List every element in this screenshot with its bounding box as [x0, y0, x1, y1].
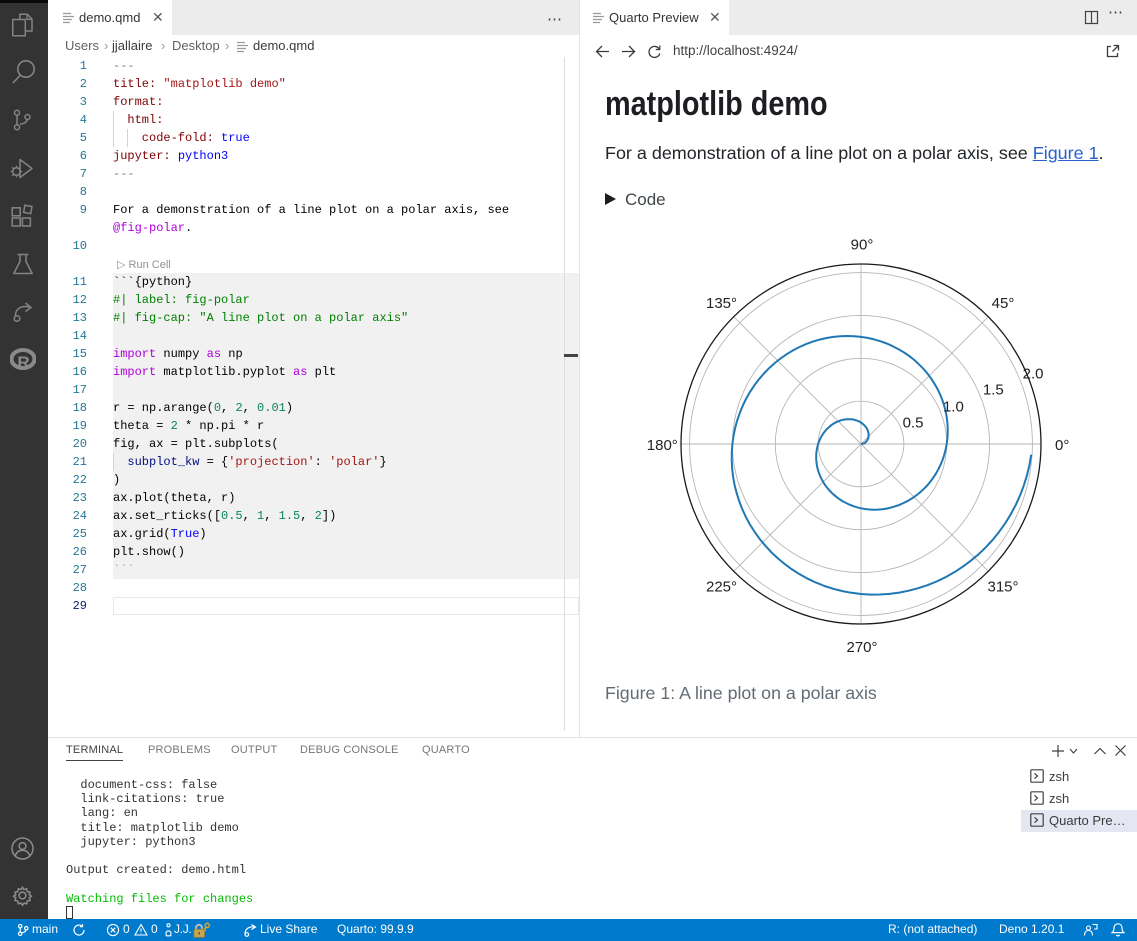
svg-text:315°: 315° [987, 579, 1018, 596]
svg-text:180°: 180° [647, 437, 678, 454]
svg-text:0°: 0° [1055, 437, 1069, 454]
svg-text:0.5: 0.5 [903, 414, 924, 431]
svg-text:270°: 270° [846, 639, 877, 656]
svg-text:135°: 135° [706, 295, 737, 312]
svg-text:45°: 45° [992, 295, 1015, 312]
svg-text:90°: 90° [851, 237, 874, 254]
svg-text:2.0: 2.0 [1023, 366, 1044, 383]
svg-text:1.0: 1.0 [943, 399, 964, 416]
svg-text:225°: 225° [706, 579, 737, 596]
svg-text:1.5: 1.5 [983, 382, 1004, 399]
